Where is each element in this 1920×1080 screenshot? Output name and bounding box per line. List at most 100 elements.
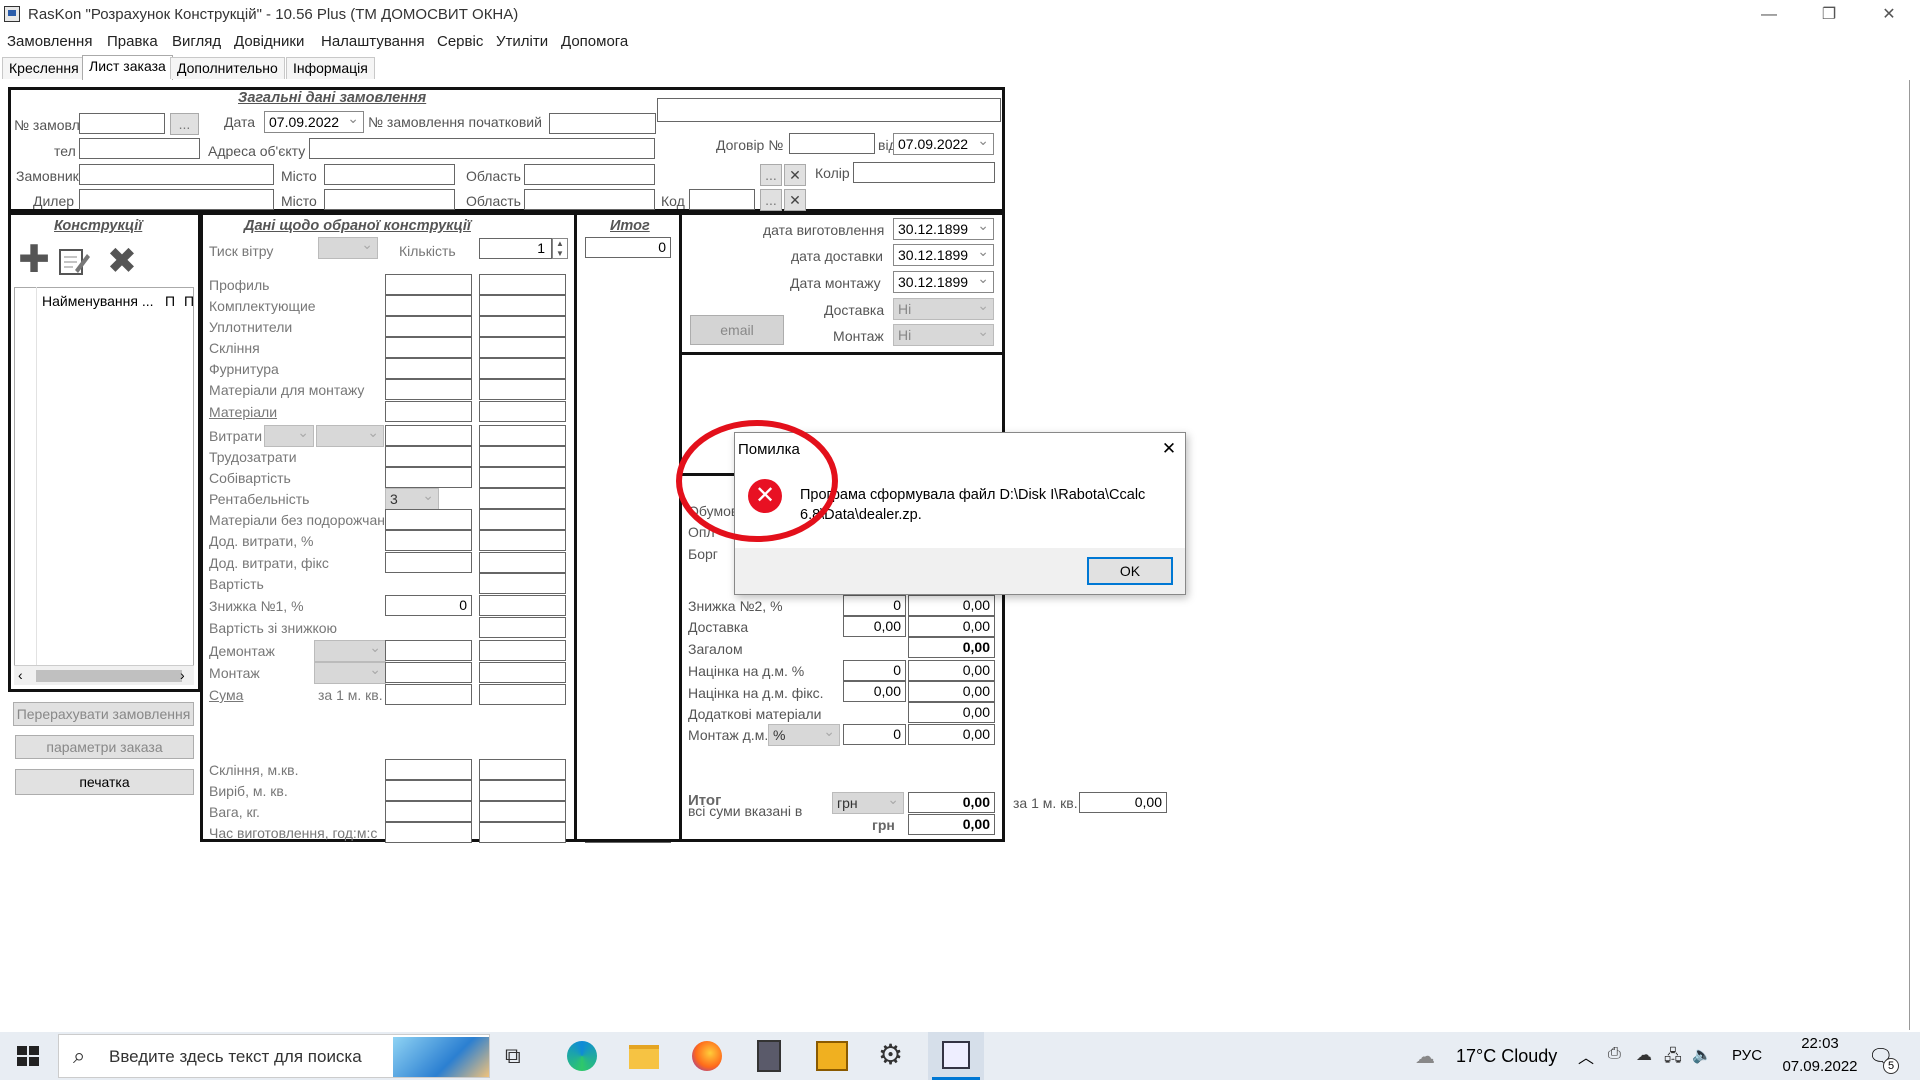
minimize-button[interactable]: — xyxy=(1746,0,1792,30)
tab-order-sheet[interactable]: Лист заказа xyxy=(82,55,173,80)
bottom-input-a[interactable] xyxy=(385,801,472,822)
print-button[interactable]: печатка xyxy=(15,769,194,795)
montage-type-select[interactable] xyxy=(314,661,386,684)
contract-input[interactable] xyxy=(789,133,875,154)
detail-input-a[interactable] xyxy=(385,401,472,422)
detail-input-b[interactable] xyxy=(479,295,566,316)
detail-input-a[interactable] xyxy=(385,640,472,661)
customer-clear-button[interactable]: ✕ xyxy=(784,164,806,186)
detail-input-b[interactable] xyxy=(479,552,566,573)
dealer-region-input[interactable] xyxy=(524,189,655,210)
detail-input-b[interactable] xyxy=(479,337,566,358)
edit-construction-icon[interactable] xyxy=(57,246,91,278)
customer-input[interactable] xyxy=(79,164,274,185)
task-view-icon[interactable]: ⧉ xyxy=(505,1043,521,1069)
detail-input-a[interactable] xyxy=(385,274,472,295)
detail-input-b[interactable] xyxy=(479,684,566,705)
color-input[interactable] xyxy=(853,162,995,183)
discount2-input[interactable]: 0 xyxy=(843,595,906,616)
order-browse-button[interactable]: ... xyxy=(170,113,199,135)
initial-order-input[interactable] xyxy=(549,113,656,134)
bottom-input-b[interactable] xyxy=(479,780,566,801)
close-button[interactable]: ✕ xyxy=(1866,0,1912,30)
email-button[interactable]: email xyxy=(690,315,784,345)
detail-input-b[interactable] xyxy=(479,617,566,638)
wind-select[interactable] xyxy=(318,236,378,259)
dealer-browse-button[interactable]: ... xyxy=(760,189,782,211)
qty-spinner[interactable]: ▲ ▼ xyxy=(552,238,568,259)
detail-input-b[interactable] xyxy=(479,401,566,422)
detail-input-b[interactable] xyxy=(479,640,566,661)
delivery-date-picker[interactable]: 30.12.1899 xyxy=(893,244,994,266)
tab-additional[interactable]: Дополнительно xyxy=(170,57,285,79)
code-input[interactable] xyxy=(689,189,755,210)
add-construction-icon[interactable]: ✚ xyxy=(17,241,51,279)
expense-type-select[interactable] xyxy=(264,424,314,447)
date-picker[interactable]: 07.09.2022 xyxy=(264,111,364,133)
dialog-ok-button[interactable]: OK xyxy=(1087,557,1173,585)
detail-input-a[interactable] xyxy=(385,509,472,530)
detail-input-b[interactable] xyxy=(479,573,566,594)
delivery-cost-input[interactable]: 0,00 xyxy=(843,616,906,637)
dealer-clear-button[interactable]: ✕ xyxy=(784,189,806,211)
bottom-input-b[interactable] xyxy=(479,822,566,843)
markup-pct-input[interactable]: 0 xyxy=(843,660,906,681)
scroll-thumb[interactable] xyxy=(36,670,182,682)
menu-order[interactable]: Замовлення xyxy=(7,33,92,50)
language-indicator[interactable]: РУС xyxy=(1732,1047,1762,1064)
volume-icon[interactable]: 🔈 xyxy=(1692,1045,1712,1065)
detail-input-b[interactable] xyxy=(479,446,566,467)
mount-dm-input[interactable]: 0 xyxy=(843,724,906,745)
detail-input-a[interactable] xyxy=(385,662,472,683)
detail-input-a[interactable] xyxy=(385,552,472,573)
col-p1-header[interactable]: П xyxy=(165,293,175,309)
detail-input-a[interactable] xyxy=(385,358,472,379)
clock-time[interactable]: 22:03 xyxy=(1790,1035,1850,1052)
customer-browse-button[interactable]: ... xyxy=(760,164,782,186)
expense-sub-select[interactable] xyxy=(316,424,384,447)
detail-input-a[interactable] xyxy=(385,446,472,467)
start-icon[interactable] xyxy=(14,1042,42,1070)
bottom-input-b[interactable] xyxy=(479,801,566,822)
menu-utilities[interactable]: Утиліти xyxy=(496,33,548,50)
menu-edit[interactable]: Правка xyxy=(107,33,158,50)
dismantling-select[interactable] xyxy=(314,639,386,662)
menu-help[interactable]: Допомога xyxy=(561,33,628,50)
customer-city-input[interactable] xyxy=(324,164,455,185)
rentab-select[interactable]: 3 xyxy=(385,487,439,510)
edge-icon[interactable] xyxy=(567,1041,597,1071)
menu-view[interactable]: Вигляд xyxy=(172,33,221,50)
detail-input-b[interactable] xyxy=(479,509,566,530)
detail-input-a[interactable] xyxy=(385,295,472,316)
detail-input-b[interactable] xyxy=(479,379,566,400)
bottom-input-a[interactable] xyxy=(385,780,472,801)
calculator-icon[interactable] xyxy=(757,1040,781,1072)
tray-chevron-icon[interactable]: ︿ xyxy=(1578,1044,1594,1068)
detail-input-a[interactable] xyxy=(385,425,472,446)
weather-text[interactable]: 17°C Cloudy xyxy=(1456,1046,1557,1067)
menu-settings[interactable]: Налаштування xyxy=(321,33,425,50)
tel-input[interactable] xyxy=(79,138,200,159)
detail-input-a[interactable]: 0 xyxy=(385,595,472,616)
tab-drawing[interactable]: Креслення xyxy=(2,57,86,79)
order-params-button[interactable]: параметри заказа xyxy=(15,735,194,759)
detail-input-a[interactable] xyxy=(385,684,472,705)
col-p2-header[interactable]: П xyxy=(184,293,194,309)
manufacture-date-picker[interactable]: 30.12.1899 xyxy=(893,218,994,240)
dealer-input[interactable] xyxy=(79,189,274,210)
detail-input-b[interactable] xyxy=(479,595,566,616)
tab-information[interactable]: Інформація xyxy=(286,57,375,79)
detail-input-b[interactable] xyxy=(479,662,566,683)
detail-input-a[interactable] xyxy=(385,337,472,358)
clock-date[interactable]: 07.09.2022 xyxy=(1776,1058,1864,1075)
constructions-list[interactable] xyxy=(14,287,194,685)
bottom-input-b[interactable] xyxy=(479,759,566,780)
bottom-input-a[interactable] xyxy=(385,822,472,843)
markup-fix-input[interactable]: 0,00 xyxy=(843,681,906,702)
order-no-input[interactable] xyxy=(79,113,165,134)
weather-icon[interactable]: ☁ xyxy=(1415,1044,1435,1069)
tray-device-icon[interactable]: ⎙ xyxy=(1608,1045,1621,1063)
detail-input-a[interactable] xyxy=(385,379,472,400)
delivery-select[interactable]: Ні xyxy=(893,297,994,320)
customer-region-input[interactable] xyxy=(524,164,655,185)
